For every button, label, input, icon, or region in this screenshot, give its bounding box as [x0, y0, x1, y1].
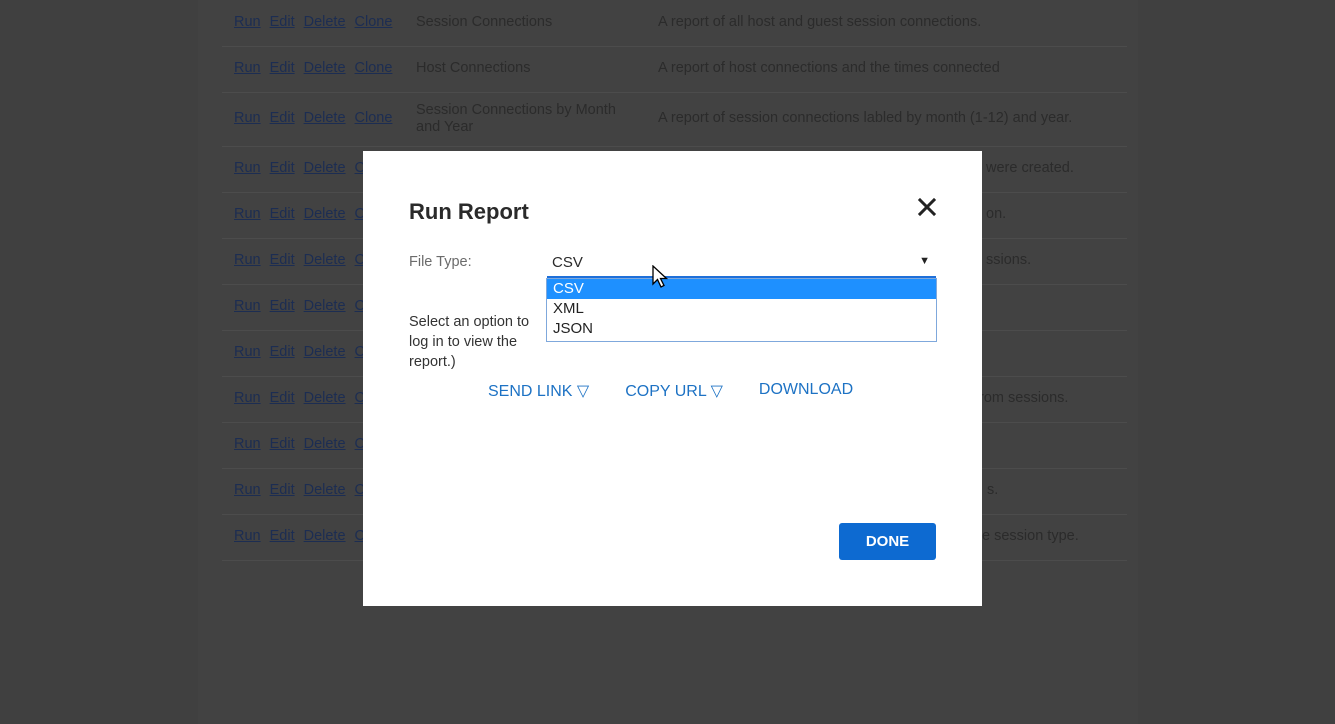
help-text-line2: log in to view the report.): [409, 334, 518, 370]
help-text: Select an option to log in to view the r…: [409, 312, 549, 372]
option-xml[interactable]: XML: [547, 299, 936, 319]
report-page: Run Edit Delete Clone Session Connections A r…: [0, 0, 1335, 724]
download-button[interactable]: DOWNLOAD: [759, 381, 853, 401]
file-type-label: File Type:: [409, 254, 472, 270]
help-text-line1: Select an option to: [409, 314, 530, 330]
file-type-selected-value: CSV: [552, 254, 583, 271]
mouse-cursor-icon: [652, 264, 669, 289]
option-csv[interactable]: CSV: [547, 279, 936, 299]
file-type-options: CSV XML JSON: [546, 278, 937, 342]
dropdown-arrow-icon: ▼: [919, 255, 930, 267]
report-actions: SEND LINK ▽ COPY URL ▽ DOWNLOAD: [488, 381, 853, 401]
close-icon[interactable]: [915, 195, 939, 219]
run-report-dialog: Run Report File Type: CSV ▼ Select an op…: [363, 151, 982, 606]
file-type-select[interactable]: CSV ▼: [547, 251, 936, 278]
done-button[interactable]: DONE: [839, 523, 936, 560]
send-link-button[interactable]: SEND LINK ▽: [488, 381, 589, 401]
option-json[interactable]: JSON: [547, 319, 936, 339]
copy-url-button[interactable]: COPY URL ▽: [625, 381, 723, 401]
dialog-title: Run Report: [409, 199, 529, 224]
